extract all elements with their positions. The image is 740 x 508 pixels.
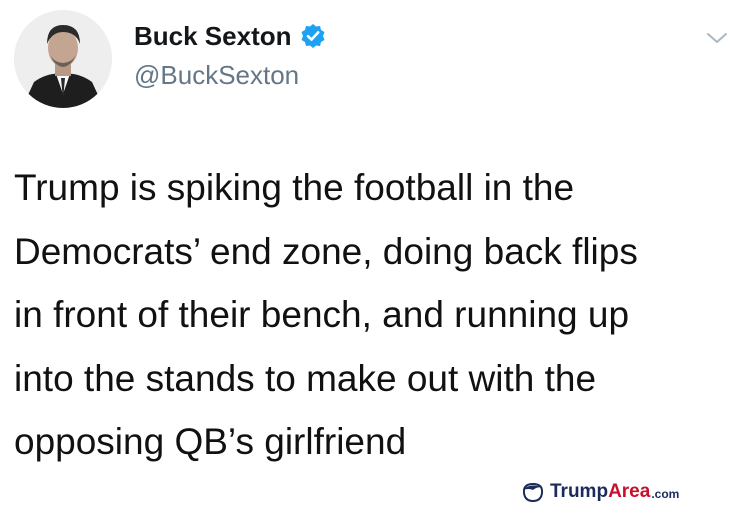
tweet-line: opposing QB’s girlfriend: [14, 421, 407, 462]
tweet-line: Trump is spiking the football in the: [14, 167, 575, 208]
trump-hair-icon: [520, 481, 546, 503]
tweet-text: Trump is spiking the football in the Dem…: [14, 156, 734, 474]
watermark-word-trump: Trump: [550, 481, 609, 502]
tweet-line: Democrats’ end zone, doing back flips: [14, 230, 638, 272]
verified-badge-icon: [300, 23, 326, 49]
tweet-line: into the stands to make out with the: [14, 357, 597, 399]
watermark-logo: Trump Area .com: [520, 479, 679, 505]
tweet-line: in front of their bench, and running up: [14, 294, 630, 335]
author-handle[interactable]: @BuckSexton: [134, 59, 299, 91]
watermark-tld: .com: [651, 487, 680, 501]
watermark-word-area: Area: [608, 481, 651, 502]
author-name-row[interactable]: Buck Sexton: [134, 20, 326, 52]
chevron-down-icon[interactable]: [704, 28, 730, 48]
avatar[interactable]: [14, 10, 112, 108]
author-display-name[interactable]: Buck Sexton: [134, 20, 292, 52]
avatar-photo: [14, 10, 112, 108]
